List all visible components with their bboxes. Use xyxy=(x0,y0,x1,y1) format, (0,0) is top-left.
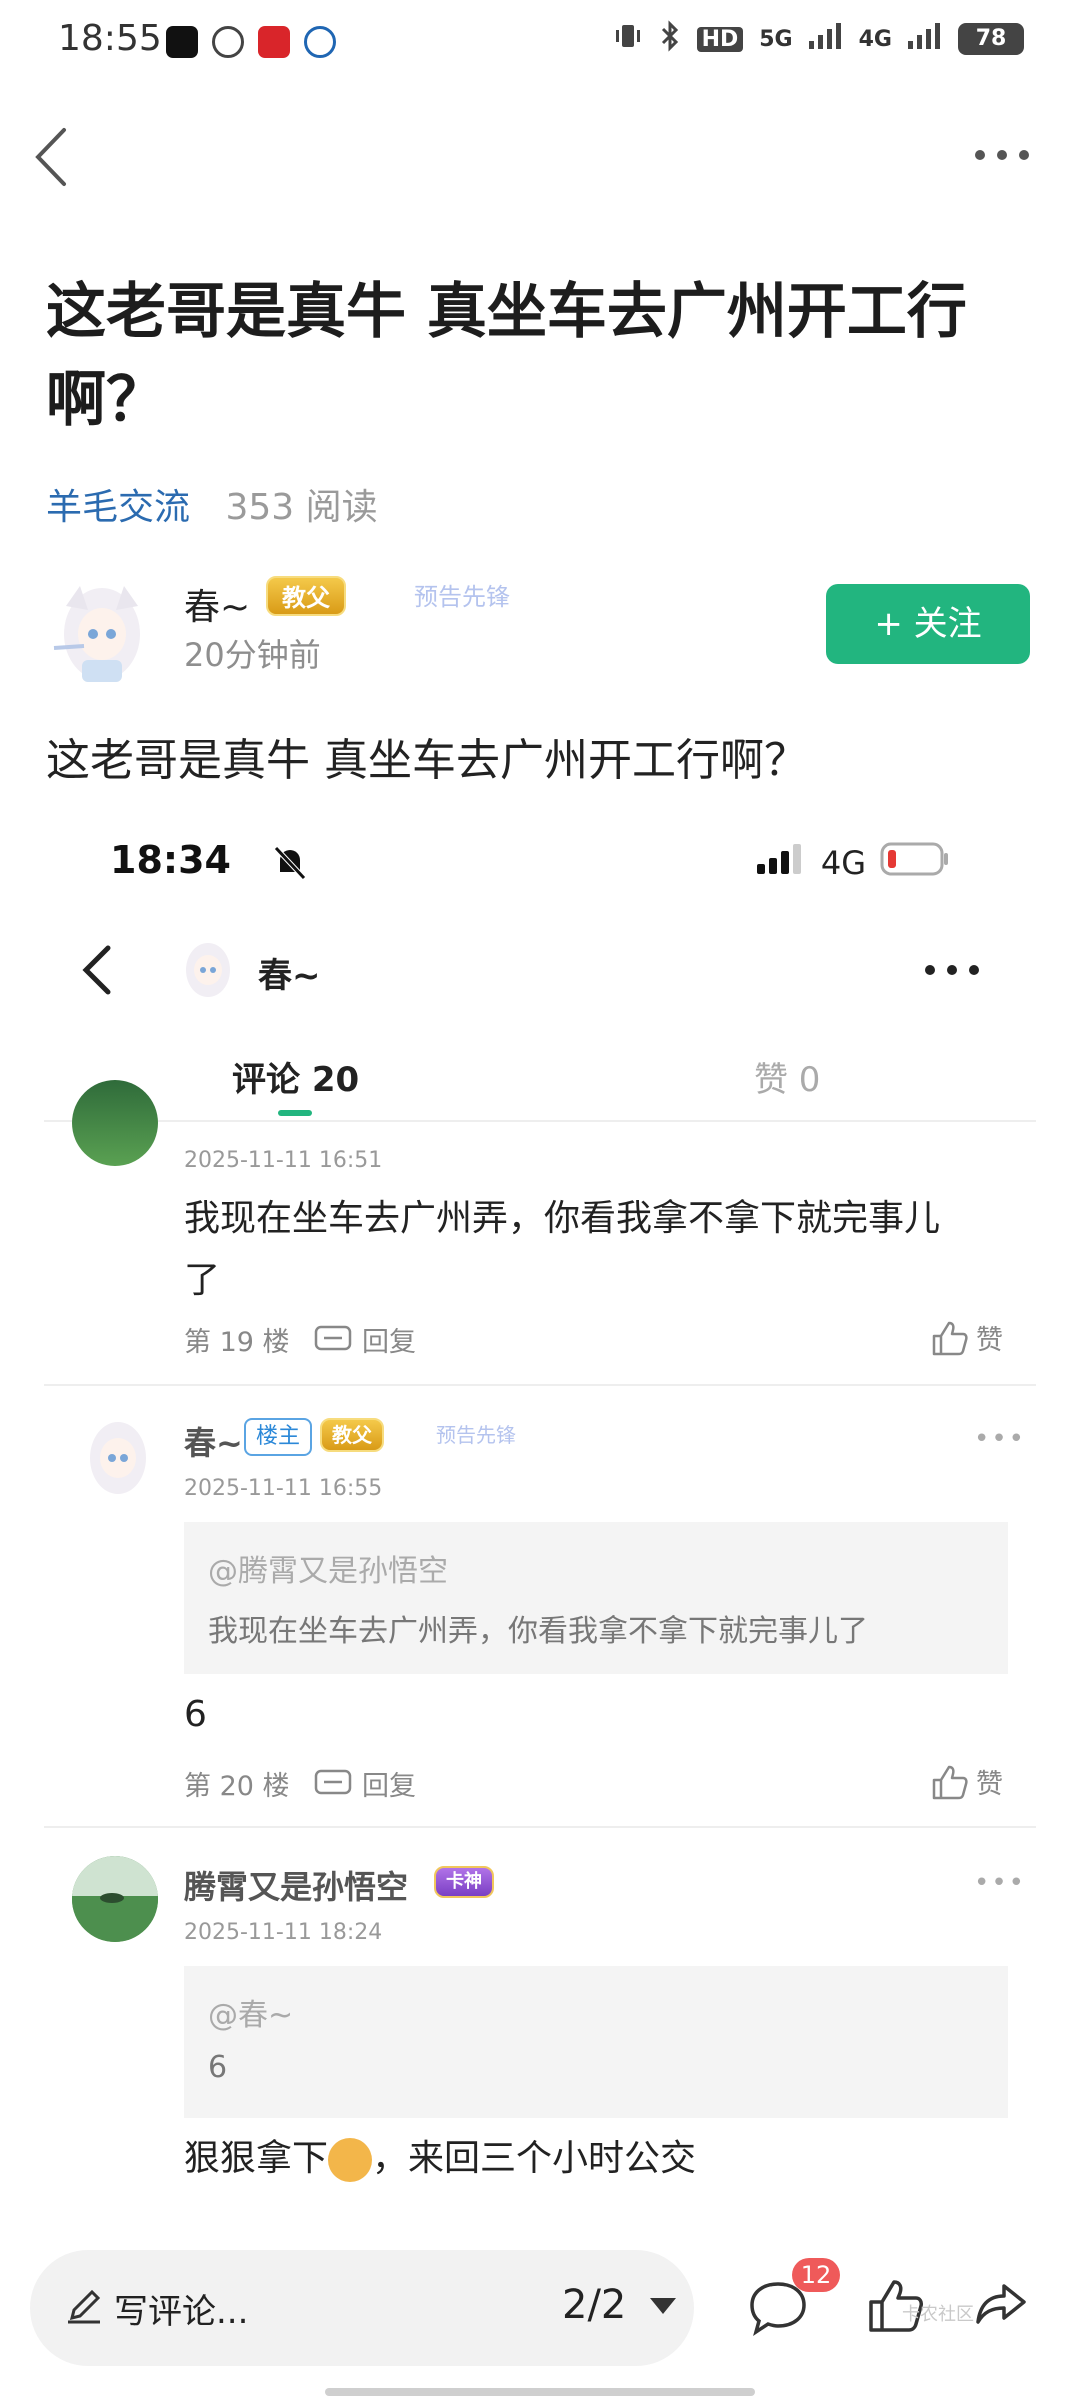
read-count: 353 阅读 xyxy=(225,487,378,528)
status-time: 18:55 xyxy=(58,18,162,59)
watermark-text: 卡农社区 xyxy=(902,2304,974,2325)
comment-author-name[interactable]: 春~ xyxy=(184,1418,243,1464)
more-dots-icon xyxy=(925,965,979,975)
post-title: 这老哥是真牛 真坐车去广州开工行啊？ xyxy=(46,277,967,435)
vibrate-icon xyxy=(613,21,643,57)
more-options-button[interactable] xyxy=(972,138,1032,172)
comment-time: 2025-11-11 18:24 xyxy=(184,1920,383,1945)
signal-icon-2 xyxy=(908,23,942,55)
comment-more-button[interactable]: ••• xyxy=(974,1868,1026,1898)
comment-text: 6 xyxy=(184,1694,207,1735)
page-indicator[interactable]: 2/2 xyxy=(562,2282,626,2328)
pen-icon xyxy=(68,2289,101,2324)
tab-likes[interactable]: 赞 0 xyxy=(754,1052,820,1101)
comment-floor: 第 20 楼 xyxy=(184,1771,290,1802)
embedded-status-time: 18:34 xyxy=(110,838,231,882)
embedded-more-button[interactable] xyxy=(924,958,980,982)
low-battery-icon xyxy=(880,842,950,884)
post-time: 20分钟前 xyxy=(184,636,321,674)
home-indicator[interactable] xyxy=(325,2388,755,2396)
quoted-comment: @腾霄又是孙悟空 我现在坐车去广州弄，你看我拿不拿下就完事儿了 xyxy=(184,1522,1008,1674)
comment-divider xyxy=(44,1384,1036,1386)
caret-down-icon[interactable] xyxy=(650,2298,676,2314)
tiktok-icon xyxy=(166,26,198,58)
embedded-network-label: 4G xyxy=(820,844,866,882)
title-badge: 预告先锋 xyxy=(414,583,510,611)
quoted-text: 6 xyxy=(208,2050,228,2085)
quoted-user[interactable]: @春~ xyxy=(208,1990,293,2034)
compose-placeholder: 写评论... xyxy=(114,2292,249,2332)
author-name[interactable]: 春~ xyxy=(184,578,250,630)
thumbs-up-icon xyxy=(932,1321,968,1355)
chevron-left-icon xyxy=(35,128,66,186)
comment-compose-button[interactable]: 写评论... 2/2 xyxy=(30,2250,694,2366)
more-dots-icon xyxy=(975,150,1029,160)
post-meta: 羊毛交流 353 阅读 xyxy=(46,478,378,530)
back-button[interactable] xyxy=(28,122,78,192)
title-badge: 预告先锋 xyxy=(436,1423,516,1447)
reply-button[interactable]: 回复 xyxy=(314,1764,416,1803)
card-god-badge: 卡神 xyxy=(434,1866,494,1898)
rank-badge: 教父 xyxy=(320,1418,384,1452)
comment-text: 我现在坐车去广州弄，你看我拿不拿下就完事儿 了 xyxy=(184,1198,941,1301)
rank-badge: 教父 xyxy=(266,576,346,616)
like-button[interactable]: 赞 xyxy=(930,1762,1003,1801)
pay-app-icon xyxy=(304,26,336,58)
comment-avatar[interactable] xyxy=(72,1414,158,1500)
post-body: 这老哥是真牛 真坐车去广州开工行啊？ xyxy=(46,735,808,786)
comment-floor: 第 19 楼 xyxy=(184,1327,290,1358)
hd-icon: HD xyxy=(696,26,744,52)
like-button[interactable]: 赞 xyxy=(930,1318,1003,1357)
comment-author-name[interactable]: 腾霄又是孙悟空 xyxy=(184,1862,408,1908)
tab-divider xyxy=(44,1120,1036,1122)
tab-comments[interactable]: 评论 20 xyxy=(232,1052,359,1101)
network-5g-label: 5G xyxy=(759,26,793,52)
comment-time: 2025-11-11 16:51 xyxy=(184,1148,383,1173)
anime-avatar-icon xyxy=(90,1422,146,1494)
thumbs-up-icon xyxy=(932,1765,968,1799)
share-button[interactable] xyxy=(970,2280,1030,2340)
comment-avatar[interactable] xyxy=(72,1856,158,1942)
comment-count-badge: 12 xyxy=(792,2258,840,2292)
follow-button[interactable]: + 关注 xyxy=(826,584,1030,664)
author-avatar[interactable] xyxy=(44,576,154,686)
reply-bubble-icon xyxy=(314,1325,352,1350)
status-bar: 18:55 HD 5G 4G 78 xyxy=(0,0,1080,84)
comment-divider xyxy=(44,1826,1036,1828)
comment-more-button[interactable]: ••• xyxy=(974,1424,1026,1454)
quoted-user[interactable]: @腾霄又是孙悟空 xyxy=(208,1546,448,1590)
comment-time: 2025-11-11 16:55 xyxy=(184,1476,383,1501)
quoted-comment: @春~ 6 xyxy=(184,1966,1008,2118)
bank-app-icon xyxy=(258,26,290,58)
reply-bubble-icon xyxy=(314,1769,352,1794)
anime-avatar-icon xyxy=(186,943,230,997)
comment-text: 狠狠拿下 ，来回三个小时公交 xyxy=(184,2128,696,2190)
anime-avatar-icon xyxy=(53,586,140,682)
bluetooth-icon xyxy=(659,20,681,58)
chevron-left-icon xyxy=(82,945,111,995)
embedded-header-name: 春~ xyxy=(258,956,321,996)
embedded-back-button[interactable] xyxy=(78,942,118,998)
tab-indicator xyxy=(278,1110,312,1116)
owner-badge: 楼主 xyxy=(244,1418,313,1456)
forum-link[interactable]: 羊毛交流 xyxy=(46,487,190,528)
mute-bell-icon xyxy=(270,842,310,886)
share-icon xyxy=(976,2284,1026,2324)
angry-face-emoji-icon xyxy=(328,2138,373,2182)
wechat-icon xyxy=(212,26,244,58)
embedded-signal-icon xyxy=(756,844,807,882)
network-4g-label: 4G xyxy=(858,26,892,52)
quoted-text: 我现在坐车去广州弄，你看我拿不拿下就完事儿了 xyxy=(208,1614,868,1649)
reply-button[interactable]: 回复 xyxy=(314,1320,416,1359)
comment-avatar[interactable] xyxy=(72,1080,158,1166)
landscape-avatar-icon xyxy=(72,1856,158,1942)
embedded-user-avatar[interactable] xyxy=(174,936,238,1000)
signal-icon xyxy=(808,23,843,55)
battery-level: 78 xyxy=(958,23,1024,55)
